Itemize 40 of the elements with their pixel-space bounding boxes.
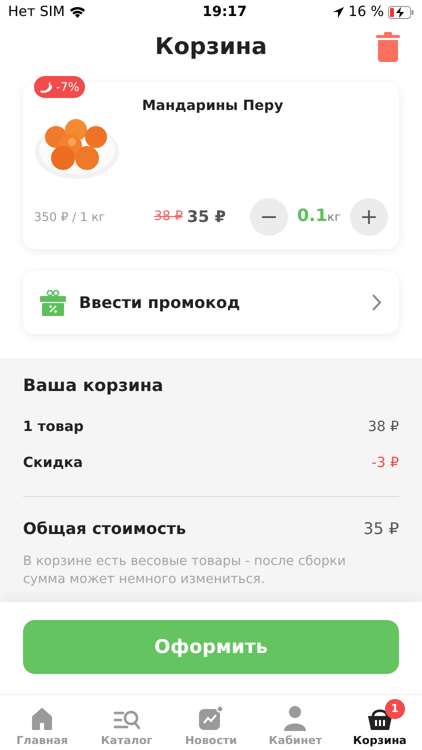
gift-icon [40,290,66,316]
trash-button[interactable] [376,32,400,62]
total-label: Общая стоимость [23,518,186,540]
carrier: Нет SIM [8,2,65,22]
total-value: 35 ₽ [363,518,399,540]
tab[interactable]: Каталог [84,695,169,750]
old-price: 38 ₽ [154,208,183,226]
tab[interactable]: 1 Корзина [338,695,422,750]
summary-title: Ваша корзина [23,375,164,398]
battery-icon [388,6,414,18]
promo-code-button[interactable]: Ввести промокод [23,271,399,334]
wifi-icon [68,6,86,18]
clock: 19:17 [201,2,247,22]
tab[interactable]: Главная [0,695,84,750]
weight-note: В корзине есть весовые товары - после сборки сумма может немного измениться. [23,552,347,588]
trash-icon [376,32,400,62]
summary-value: -3 ₽ [372,454,399,473]
list-search-icon [112,709,141,731]
chart-icon [198,705,224,731]
product-name: Мандарины Перу [142,97,284,116]
person-icon [283,705,308,731]
pepper-icon [40,82,52,92]
tab[interactable]: Новости [168,695,254,750]
chevron-right-icon [372,294,382,311]
summary-label: 1 товар [23,418,84,437]
decrease-button[interactable]: − [250,198,288,236]
page-title: Корзина [155,32,267,62]
unit-price: 350 ₽ / 1 кг [34,209,106,226]
home-icon [30,707,54,731]
location-icon [333,6,344,18]
checkout-button[interactable]: Оформить [23,620,399,674]
tab[interactable]: Кабинет [253,695,338,750]
battery-percent: 16 % [348,2,384,22]
quantity: 0.1кг [296,205,342,228]
summary-value: 38 ₽ [368,418,399,437]
count-badge: 1 [384,699,405,719]
increase-button[interactable]: + [350,198,388,236]
price: 35 ₽ [186,206,226,228]
summary-label: Скидка [23,454,83,473]
discount-badge: -7% [34,76,86,98]
